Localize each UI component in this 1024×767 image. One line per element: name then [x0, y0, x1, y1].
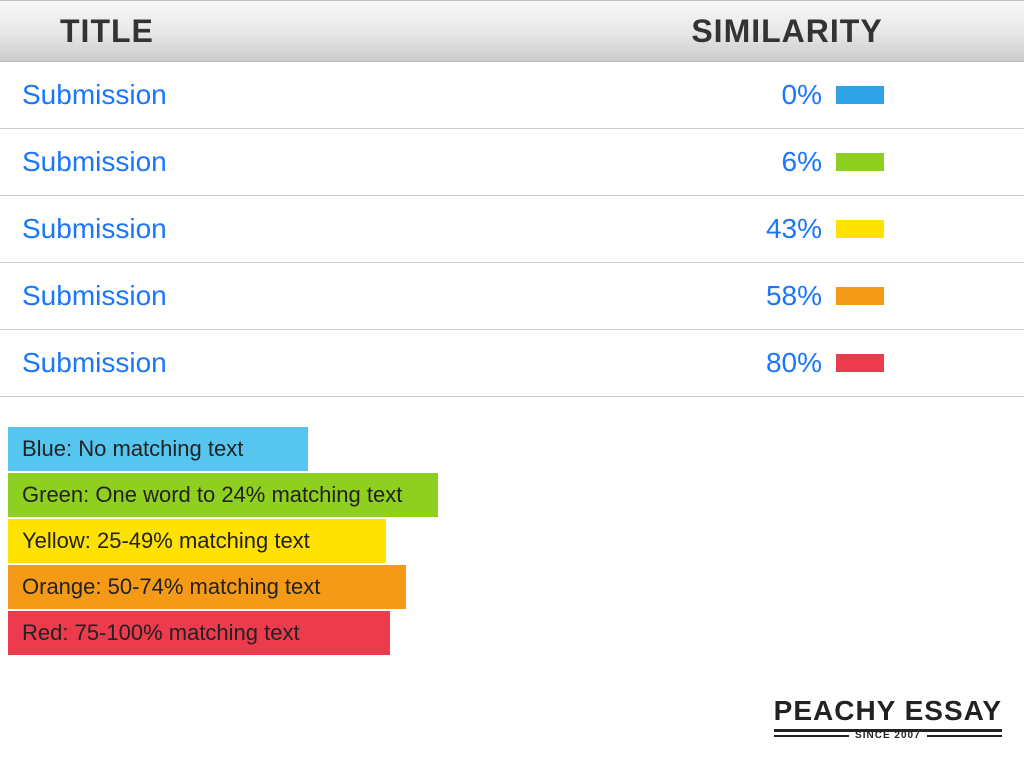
- similarity-cell: 6%: [572, 146, 1024, 178]
- table-row[interactable]: Submission 0%: [0, 62, 1024, 129]
- table-row[interactable]: Submission 6%: [0, 129, 1024, 196]
- brand-name: PEACHY ESSAY: [774, 695, 1002, 727]
- legend: Blue: No matching textGreen: One word to…: [8, 427, 438, 655]
- similarity-swatch: [836, 220, 884, 238]
- similarity-value: 80%: [752, 347, 822, 379]
- brand-divider: [774, 729, 1002, 732]
- legend-item: Orange: 50-74% matching text: [8, 565, 406, 609]
- similarity-cell: 80%: [572, 347, 1024, 379]
- submission-title[interactable]: Submission: [0, 213, 572, 245]
- table-header: TITLE SIMILARITY: [0, 0, 1024, 62]
- legend-item: Yellow: 25-49% matching text: [8, 519, 386, 563]
- similarity-cell: 58%: [572, 280, 1024, 312]
- similarity-cell: 0%: [572, 79, 1024, 111]
- similarity-value: 0%: [752, 79, 822, 111]
- submission-title[interactable]: Submission: [0, 146, 572, 178]
- column-header-similarity: SIMILARITY: [610, 13, 1024, 50]
- submission-title[interactable]: Submission: [0, 79, 572, 111]
- table-body: Submission0%Submission6%Submission43%Sub…: [0, 62, 1024, 397]
- legend-item: Blue: No matching text: [8, 427, 308, 471]
- legend-item: Red: 75-100% matching text: [8, 611, 390, 655]
- similarity-value: 43%: [752, 213, 822, 245]
- similarity-table: TITLE SIMILARITY Submission 0% Submission 6…: [0, 0, 1024, 397]
- submission-title[interactable]: Submission: [0, 280, 572, 312]
- brand-logo: PEACHY ESSAY SINCE 2007: [774, 695, 1002, 741]
- similarity-swatch: [836, 287, 884, 305]
- table-row[interactable]: Submission 58%: [0, 263, 1024, 330]
- similarity-swatch: [836, 86, 884, 104]
- table-row[interactable]: Submission 43%: [0, 196, 1024, 263]
- table-row[interactable]: Submission 80%: [0, 330, 1024, 397]
- similarity-swatch: [836, 153, 884, 171]
- submission-title[interactable]: Submission: [0, 347, 572, 379]
- similarity-swatch: [836, 354, 884, 372]
- similarity-value: 6%: [752, 146, 822, 178]
- similarity-value: 58%: [752, 280, 822, 312]
- legend-item: Green: One word to 24% matching text: [8, 473, 438, 517]
- similarity-cell: 43%: [572, 213, 1024, 245]
- column-header-title: TITLE: [0, 13, 610, 50]
